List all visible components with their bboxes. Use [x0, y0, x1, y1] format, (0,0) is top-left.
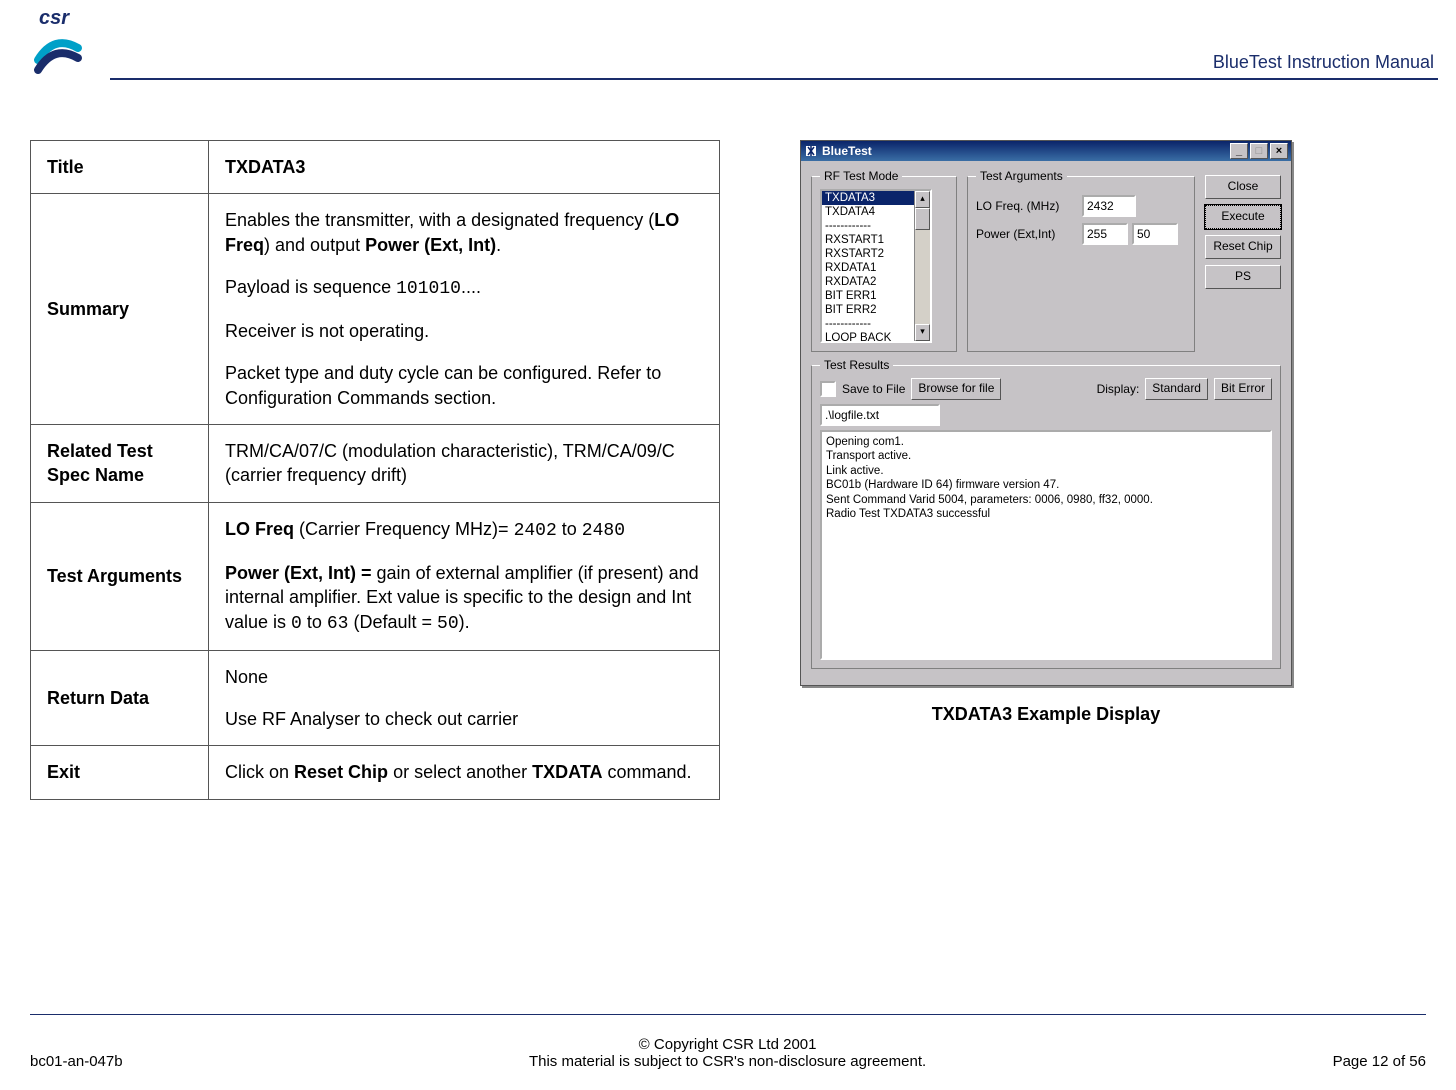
scroll-thumb[interactable] — [915, 208, 930, 230]
table-row: Return Data None Use RF Analyser to chec… — [31, 650, 720, 746]
footer-divider — [30, 1014, 1426, 1015]
rf-test-mode-legend: RF Test Mode — [820, 169, 902, 183]
list-item[interactable]: TXDATA3 — [822, 191, 915, 205]
test-arguments-group: Test Arguments LO Freq. (MHz) 2432 Power… — [967, 169, 1195, 352]
display-biterror-button[interactable]: Bit Error — [1214, 378, 1272, 400]
maximize-icon[interactable]: □ — [1250, 143, 1268, 159]
page-footer: bc01-an-047b © Copyright CSR Ltd 2001 Th… — [30, 1036, 1426, 1070]
close-button[interactable]: Close — [1205, 175, 1281, 199]
reset-chip-button[interactable]: Reset Chip — [1205, 235, 1281, 259]
power-ext-input[interactable]: 255 — [1082, 223, 1128, 245]
scroll-up-icon[interactable]: ▴ — [915, 191, 930, 208]
exit-value: Click on Reset Chip or select another TX… — [209, 746, 720, 799]
listbox-scrollbar[interactable]: ▴ ▾ — [914, 191, 930, 341]
spec-table: Title TXDATA3 Summary Enables the transm… — [30, 140, 720, 800]
rf-test-mode-group: RF Test Mode TXDATA3 TXDATA4 -----------… — [811, 169, 957, 352]
summary-value: Enables the transmitter, with a designat… — [209, 194, 720, 425]
args-value: LO Freq (Carrier Frequency MHz)= 2402 to… — [209, 502, 720, 650]
footer-nda: This material is subject to CSR's non-di… — [123, 1053, 1333, 1070]
ps-button[interactable]: PS — [1205, 265, 1281, 289]
footer-copyright: © Copyright CSR Ltd 2001 — [123, 1036, 1333, 1053]
related-label: Related Test Spec Name — [31, 425, 209, 503]
save-to-file-checkbox[interactable] — [820, 381, 836, 397]
results-textarea[interactable]: Opening com1. Transport active. Link act… — [820, 430, 1272, 660]
title-label: Title — [31, 141, 209, 194]
close-icon[interactable]: × — [1270, 143, 1288, 159]
table-row: Title TXDATA3 — [31, 141, 720, 194]
power-int-input[interactable]: 50 — [1132, 223, 1178, 245]
test-results-group: Test Results Save to File Browse for fil… — [811, 358, 1281, 669]
footer-page-number: Page 12 of 56 — [1333, 1053, 1426, 1070]
save-to-file-label: Save to File — [842, 382, 905, 396]
return-label: Return Data — [31, 650, 209, 746]
test-arguments-legend: Test Arguments — [976, 169, 1067, 183]
list-item[interactable]: RXSTART1 — [822, 233, 915, 247]
scroll-down-icon[interactable]: ▾ — [915, 324, 930, 341]
list-item[interactable]: BIT ERR2 — [822, 303, 915, 317]
table-row: Exit Click on Reset Chip or select anoth… — [31, 746, 720, 799]
exit-label: Exit — [31, 746, 209, 799]
list-item[interactable]: RXDATA2 — [822, 275, 915, 289]
app-icon — [804, 144, 818, 158]
table-row: Test Arguments LO Freq (Carrier Frequenc… — [31, 502, 720, 650]
related-value: TRM/CA/07/C (modulation characteristic),… — [209, 425, 720, 503]
svg-text:csr: csr — [39, 7, 70, 29]
list-item[interactable]: BIT ERR1 — [822, 289, 915, 303]
rf-mode-listbox[interactable]: TXDATA3 TXDATA4 ------------ RXSTART1 RX… — [820, 189, 932, 343]
minimize-icon[interactable]: _ — [1230, 143, 1248, 159]
header-divider — [110, 78, 1438, 80]
test-results-legend: Test Results — [820, 358, 893, 372]
summary-label: Summary — [31, 194, 209, 425]
table-row: Summary Enables the transmitter, with a … — [31, 194, 720, 425]
list-item[interactable]: TXDATA4 — [822, 205, 915, 219]
list-item[interactable]: RXDATA1 — [822, 261, 915, 275]
header-doc-title: BlueTest Instruction Manual — [1213, 52, 1434, 73]
list-item[interactable]: LOOP BACK — [822, 331, 915, 343]
display-label: Display: — [1097, 382, 1140, 396]
args-label: Test Arguments — [31, 502, 209, 650]
lo-freq-input[interactable]: 2432 — [1082, 195, 1136, 217]
lo-freq-label: LO Freq. (MHz) — [976, 199, 1078, 213]
bluetest-window: BlueTest _ □ × RF Test Mode TXDATA3 TXDA… — [800, 140, 1292, 686]
power-label: Power (Ext,Int) — [976, 227, 1078, 241]
figure-caption: TXDATA3 Example Display — [800, 704, 1292, 725]
list-item[interactable]: ------------ — [822, 317, 915, 331]
execute-button[interactable]: Execute — [1205, 205, 1281, 229]
display-standard-button[interactable]: Standard — [1145, 378, 1208, 400]
return-value: None Use RF Analyser to check out carrie… — [209, 650, 720, 746]
list-item[interactable]: RXSTART2 — [822, 247, 915, 261]
titlebar[interactable]: BlueTest _ □ × — [801, 141, 1291, 161]
title-value: TXDATA3 — [209, 141, 720, 194]
browse-button[interactable]: Browse for file — [911, 378, 1001, 400]
list-item[interactable]: ------------ — [822, 219, 915, 233]
window-title: BlueTest — [822, 144, 872, 158]
logfile-path-input[interactable]: .\logfile.txt — [820, 404, 940, 426]
footer-doc-id: bc01-an-047b — [30, 1053, 123, 1070]
table-row: Related Test Spec Name TRM/CA/07/C (modu… — [31, 425, 720, 503]
csr-logo: csr — [18, 4, 90, 76]
